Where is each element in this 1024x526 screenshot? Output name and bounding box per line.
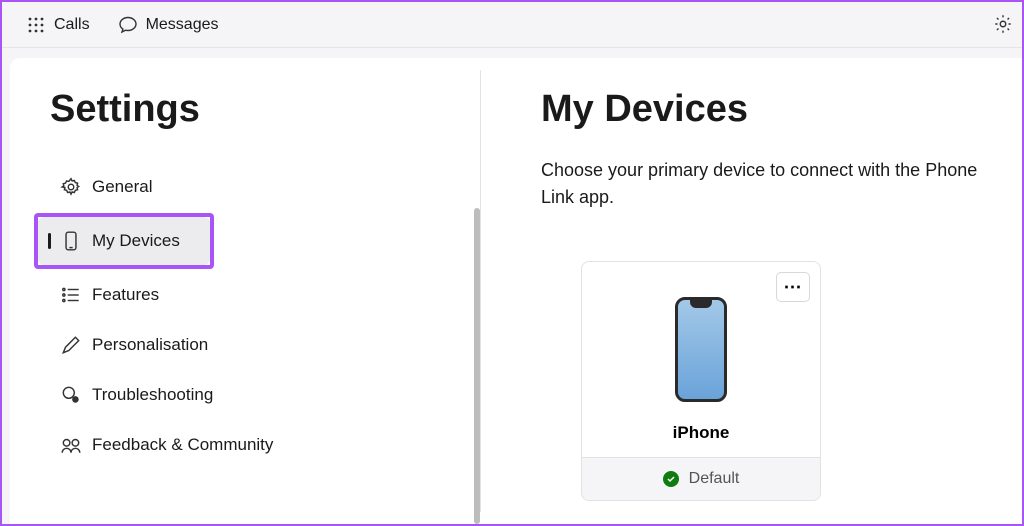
content-title: My Devices bbox=[541, 88, 992, 131]
phone-icon bbox=[60, 230, 82, 252]
pen-icon bbox=[60, 334, 82, 356]
status-check-icon bbox=[663, 471, 679, 487]
sidebar-item-label: Features bbox=[92, 285, 159, 305]
sidebar-item-feedback[interactable]: Feedback & Community bbox=[38, 421, 464, 469]
sidebar-item-features[interactable]: Features bbox=[38, 271, 464, 319]
settings-button[interactable] bbox=[989, 10, 1017, 38]
device-card[interactable]: ⋯ iPhone Default bbox=[581, 261, 821, 501]
tab-bar: Calls Messages bbox=[2, 2, 1022, 48]
tab-messages-label: Messages bbox=[146, 16, 219, 34]
sidebar-item-label: General bbox=[92, 177, 152, 197]
device-status-label: Default bbox=[689, 470, 740, 488]
sidebar-item-troubleshooting[interactable]: ? Troubleshooting bbox=[38, 371, 464, 419]
tab-calls[interactable]: Calls bbox=[12, 9, 104, 41]
device-status-row: Default bbox=[582, 457, 820, 500]
gear-icon bbox=[60, 176, 82, 198]
main-content: Settings General bbox=[10, 58, 1022, 524]
more-icon: ⋯ bbox=[784, 277, 803, 298]
content-panel: My Devices Choose your primary device to… bbox=[481, 58, 1022, 524]
sidebar-item-label: Personalisation bbox=[92, 335, 208, 355]
tab-messages[interactable]: Messages bbox=[104, 9, 233, 41]
sidebar-item-personalisation[interactable]: Personalisation bbox=[38, 321, 464, 369]
messages-icon bbox=[118, 15, 138, 35]
device-more-button[interactable]: ⋯ bbox=[776, 272, 810, 302]
sidebar-item-my-devices[interactable]: My Devices bbox=[38, 217, 210, 265]
sidebar-item-label: Feedback & Community bbox=[92, 435, 273, 455]
svg-text:?: ? bbox=[74, 398, 77, 404]
gear-icon bbox=[992, 13, 1014, 35]
sidebar-item-label: Troubleshooting bbox=[92, 385, 213, 405]
sidebar-item-label: My Devices bbox=[92, 231, 180, 251]
scrollbar[interactable] bbox=[474, 208, 480, 524]
troubleshoot-icon: ? bbox=[60, 384, 82, 406]
settings-sidebar: Settings General bbox=[10, 58, 480, 524]
sidebar-item-general[interactable]: General bbox=[38, 163, 464, 211]
device-name: iPhone bbox=[582, 417, 820, 457]
tab-calls-label: Calls bbox=[54, 16, 90, 34]
highlight-box: My Devices bbox=[34, 213, 214, 269]
dialpad-icon bbox=[26, 15, 46, 35]
list-icon bbox=[60, 284, 82, 306]
content-description: Choose your primary device to connect wi… bbox=[541, 157, 992, 211]
settings-title: Settings bbox=[10, 88, 480, 161]
feedback-icon bbox=[60, 434, 82, 456]
phone-illustration-icon bbox=[675, 297, 727, 402]
